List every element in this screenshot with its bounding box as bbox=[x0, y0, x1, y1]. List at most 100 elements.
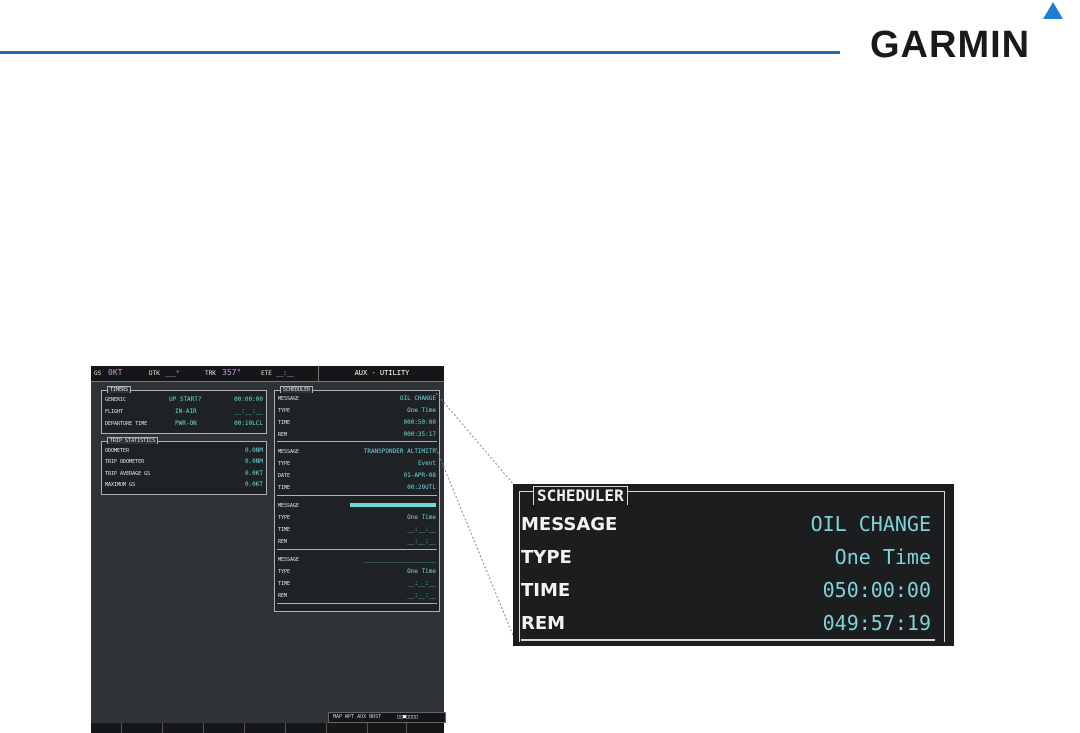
garmin-logo: GARMIN bbox=[870, 24, 1031, 66]
timers-title: TIMERS bbox=[107, 386, 132, 393]
scheduler-row[interactable]: MESSAGE TRANSPONDER ALTIMITR bbox=[278, 447, 436, 456]
scheduler-row[interactable]: TIME 00:20UTL bbox=[278, 483, 436, 492]
scheduler-value[interactable]: One Time bbox=[407, 514, 436, 521]
timer-row[interactable]: GENERIC UP START? 00:00:00 bbox=[105, 395, 263, 404]
trip-row: ODOMETER 0.0NM bbox=[105, 446, 263, 455]
scheduler-value[interactable]: 00:20UTL bbox=[407, 484, 436, 491]
zoom-value[interactable]: 050:00:00 bbox=[823, 578, 931, 602]
scheduler-label: TIME bbox=[278, 485, 291, 491]
header-rule bbox=[0, 51, 840, 54]
scheduler-title: SCHEDULER bbox=[280, 386, 314, 393]
softkey[interactable] bbox=[91, 723, 122, 733]
scheduler-value[interactable]: ____________________ bbox=[364, 556, 436, 563]
scheduler-row[interactable]: TYPE One Time bbox=[278, 406, 436, 415]
softkey[interactable] bbox=[407, 723, 444, 733]
scheduler-value[interactable]: 000:50:00 bbox=[403, 419, 436, 426]
message-cursor[interactable] bbox=[350, 502, 436, 509]
scheduler-row[interactable]: TIME __:__:__ bbox=[278, 579, 436, 588]
softkey[interactable] bbox=[204, 723, 245, 733]
timer-mode[interactable]: UP START? bbox=[169, 396, 202, 403]
zoom-label: TYPE bbox=[521, 547, 572, 568]
scheduler-row[interactable]: TIME __:__:__ bbox=[278, 525, 436, 534]
timer-label: DEPARTURE TIME bbox=[105, 421, 148, 427]
trip-value: 0.0KT bbox=[244, 481, 263, 488]
scheduler-label: MESSAGE bbox=[278, 449, 300, 455]
ete-value: __:__ bbox=[276, 370, 295, 377]
scheduler-value[interactable]: __:__:__ bbox=[407, 526, 436, 533]
scheduler-value[interactable]: One Time bbox=[407, 407, 436, 414]
scheduler-row[interactable]: MESSAGE bbox=[278, 501, 436, 510]
timer-row[interactable]: FLIGHT IN-AIR __:__:__ bbox=[105, 407, 263, 416]
zoom-value[interactable]: One Time bbox=[835, 545, 931, 569]
scheduler-row[interactable]: TIME 000:50:00 bbox=[278, 418, 436, 427]
scheduler-row[interactable]: DATE 01-APR-08 bbox=[278, 471, 436, 480]
scheduler-zoom-title: SCHEDULER bbox=[533, 486, 628, 505]
timer-mode[interactable]: IN-AIR bbox=[175, 408, 197, 415]
page-group-text: MAP WPT AUX NRST bbox=[333, 714, 382, 720]
scheduler-value[interactable]: TRANSPONDER ALTIMITR bbox=[364, 448, 436, 455]
trk-label: TRK bbox=[205, 370, 216, 377]
zoom-label: MESSAGE bbox=[521, 514, 618, 535]
scheduler-value[interactable]: One Time bbox=[407, 568, 436, 575]
scheduler-row: REM __:__:__ bbox=[278, 591, 436, 600]
softkey[interactable] bbox=[368, 723, 407, 733]
trip-row: TRIP ODOMETER 0.0NM bbox=[105, 457, 263, 466]
scheduler-row[interactable]: MESSAGE OIL CHANGE bbox=[278, 394, 436, 403]
scheduler-value: __:__:__ bbox=[407, 538, 436, 545]
page-title: AUX - UTILITY bbox=[318, 366, 445, 381]
scheduler-divider bbox=[277, 603, 437, 604]
scheduler-value[interactable]: Event bbox=[418, 460, 436, 467]
scheduler-row: REM 000:35:17 bbox=[278, 430, 436, 439]
trip-label: ODOMETER bbox=[105, 448, 130, 454]
trip-label: MAXIMUM GS bbox=[105, 482, 136, 488]
trk-value: 357° bbox=[222, 368, 242, 377]
zoom-value: 049:57:19 bbox=[822, 611, 931, 635]
scheduler-label: MESSAGE bbox=[278, 557, 300, 563]
timers-box: TIMERS GENERIC UP START? 00:00:00 FLIGHT… bbox=[101, 386, 267, 434]
scheduler-value[interactable]: 01-APR-08 bbox=[403, 472, 436, 479]
scheduler-divider bbox=[277, 549, 437, 550]
zoom-value[interactable]: OIL CHANGE bbox=[811, 512, 931, 536]
scheduler-value[interactable]: OIL CHANGE bbox=[400, 395, 436, 402]
gs-value: 0KT bbox=[108, 368, 123, 377]
zoom-row-rem: REM 049:57:19 bbox=[521, 607, 931, 637]
trip-row: MAXIMUM GS 0.0KT bbox=[105, 480, 263, 489]
trip-row: TRIP AVERAGE GS 0.0KT bbox=[105, 469, 263, 478]
timer-label: GENERIC bbox=[105, 397, 127, 403]
zoom-row-message[interactable]: MESSAGE OIL CHANGE bbox=[521, 508, 931, 538]
timer-mode[interactable]: PWR-ON bbox=[175, 420, 197, 427]
trip-value: 0.0KT bbox=[244, 470, 263, 477]
scheduler-row[interactable]: TYPE One Time bbox=[278, 567, 436, 576]
timer-value[interactable]: 00:00:00 bbox=[234, 396, 263, 403]
softkey[interactable] bbox=[245, 723, 286, 733]
zoom-bottom-rule bbox=[521, 639, 935, 641]
scheduler-label: TIME bbox=[278, 420, 291, 426]
page-group-indicator: MAP WPT AUX NRST □□■□□□□ bbox=[328, 712, 446, 723]
scheduler-row[interactable]: TYPE One Time bbox=[278, 513, 436, 522]
scheduler-value[interactable]: __:__:__ bbox=[407, 580, 436, 587]
zoom-row-time[interactable]: TIME 050:00:00 bbox=[521, 574, 931, 604]
scheduler-row[interactable]: TYPE Event bbox=[278, 459, 436, 468]
softkey[interactable] bbox=[286, 723, 327, 733]
dtk-label: DTK bbox=[149, 370, 160, 377]
page-dots-icon: □□■□□□□ bbox=[397, 714, 419, 720]
trip-statistics-box: TRIP STATISTICS ODOMETER 0.0NM TRIP ODOM… bbox=[101, 437, 267, 495]
zoom-row-type[interactable]: TYPE One Time bbox=[521, 541, 931, 571]
softkey[interactable] bbox=[163, 723, 204, 733]
softkey[interactable] bbox=[327, 723, 368, 733]
mfd-screen: GS 0KT DTK ___° TRK 357° ETE __:__ AUX -… bbox=[91, 366, 446, 733]
zoom-label: REM bbox=[521, 613, 566, 634]
trip-label: TRIP AVERAGE GS bbox=[105, 471, 151, 477]
scheduler-divider bbox=[277, 495, 437, 496]
timer-row[interactable]: DEPARTURE TIME PWR-ON 00:10LCL bbox=[105, 419, 263, 428]
softkey-bar bbox=[91, 723, 444, 733]
scheduler-row[interactable]: MESSAGE ____________________ bbox=[278, 555, 436, 564]
scheduler-label: DATE bbox=[278, 473, 291, 479]
scheduler-label: TYPE bbox=[278, 408, 291, 414]
dtk-value: ___° bbox=[165, 370, 180, 377]
trip-label: TRIP ODOMETER bbox=[105, 459, 145, 465]
scheduler-value: __:__:__ bbox=[407, 592, 436, 599]
ete-label: ETE bbox=[261, 370, 272, 377]
softkey[interactable] bbox=[122, 723, 163, 733]
scheduler-label: MESSAGE bbox=[278, 396, 300, 402]
